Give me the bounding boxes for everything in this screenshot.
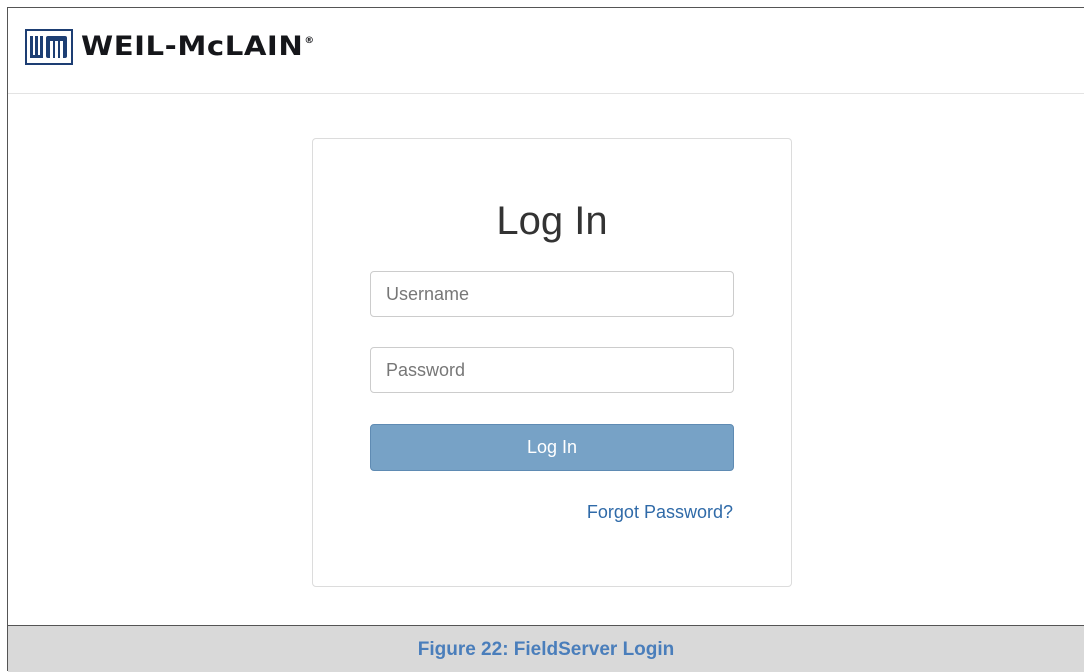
forgot-password-link[interactable]: Forgot Password? — [587, 502, 733, 523]
password-input[interactable] — [370, 347, 734, 393]
username-input[interactable] — [370, 271, 734, 317]
site-header: WEIL-McLAIN® — [8, 8, 1084, 94]
figure-caption: Figure 22: FieldServer Login — [417, 639, 675, 660]
logo-wordmark: WEIL-McLAIN® — [81, 29, 315, 65]
login-card: Log In Log In Forgot Password? — [312, 138, 792, 587]
logo-mark-icon — [25, 29, 73, 65]
login-title: Log In — [496, 199, 608, 243]
registered-mark: ® — [304, 36, 315, 46]
login-button[interactable]: Log In — [370, 424, 734, 471]
wm-monogram-icon — [30, 36, 67, 58]
browser-frame: WEIL-McLAIN® Log In Log In Forgot Passwo… — [7, 7, 1084, 672]
logo-text: WEIL-McLAIN — [81, 31, 304, 62]
brand-logo[interactable]: WEIL-McLAIN® — [25, 29, 314, 65]
figure-caption-bar: Figure 22: FieldServer Login — [8, 625, 1084, 672]
